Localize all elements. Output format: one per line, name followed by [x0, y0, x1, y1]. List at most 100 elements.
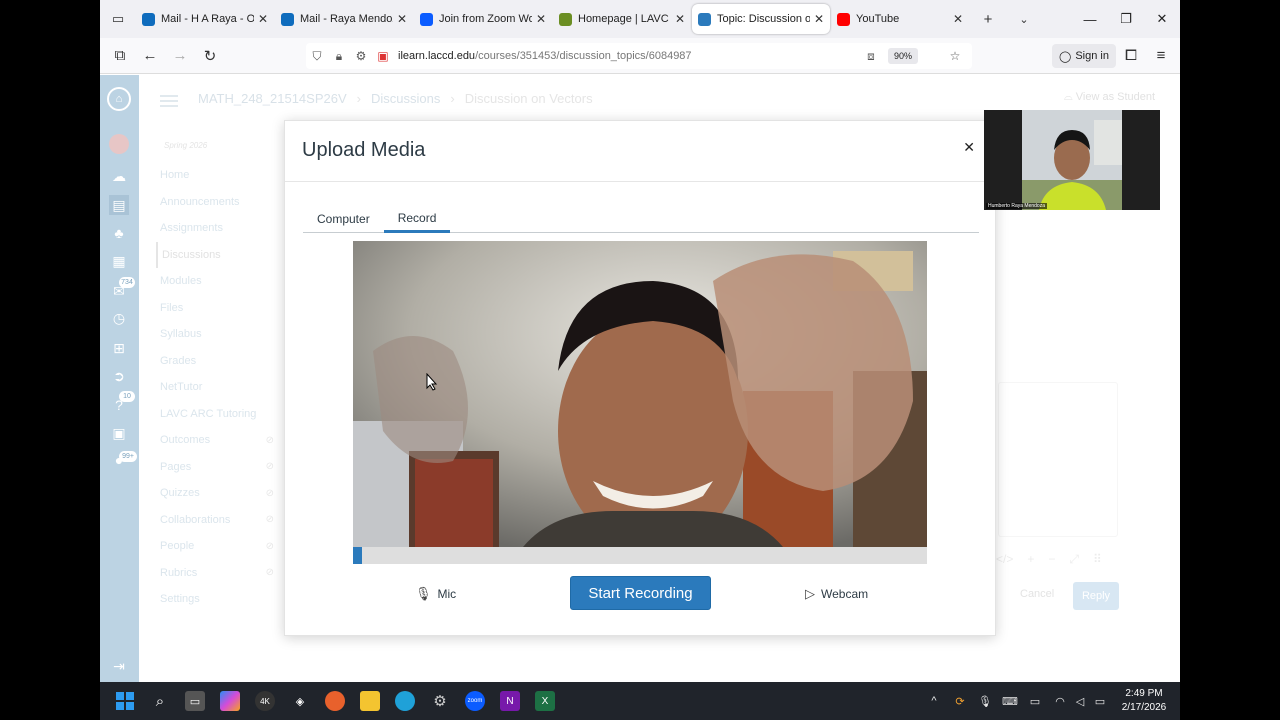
account-avatar[interactable] — [109, 134, 129, 154]
self-view-video — [984, 110, 1160, 210]
edge-icon[interactable] — [395, 691, 415, 711]
browser-tab[interactable]: Mail - H A Raya - Outl ✕ — [136, 4, 274, 34]
lavc-logo-icon[interactable]: ⌂ — [107, 87, 131, 111]
close-window-icon[interactable]: ✕ — [1144, 0, 1180, 38]
tab-title: Topic: Discussion on V — [717, 13, 810, 25]
lock-icon[interactable]: 🔒︎ — [328, 49, 350, 64]
lavc-icon — [559, 12, 572, 26]
close-icon[interactable]: ✕ — [963, 139, 975, 156]
start-icon[interactable] — [115, 691, 135, 711]
teams-icon[interactable]: ◈ — [290, 691, 310, 711]
mic-label: Mic — [437, 586, 457, 601]
clock[interactable]: 2:49 PM 2/17/2026 — [1118, 687, 1170, 715]
zoom-level-badge[interactable]: 90% — [888, 48, 918, 64]
camera-sharing-icon[interactable]: ▣ — [372, 49, 394, 63]
shield-icon[interactable]: ⛉ — [306, 49, 328, 64]
sidebar-toggle-icon[interactable]: ⧉ — [105, 41, 135, 71]
reload-icon[interactable]: ↻ — [195, 41, 225, 71]
picture-in-picture-icon[interactable]: ⧈ — [860, 49, 882, 64]
restore-icon[interactable]: ❐ — [1108, 0, 1144, 38]
onenote-icon[interactable]: N — [500, 691, 520, 711]
tab-computer[interactable]: Computer — [303, 205, 384, 233]
permissions-icon[interactable]: ⚙ — [350, 49, 372, 63]
browser-tab[interactable]: Homepage | LAVC ✕ — [553, 4, 691, 34]
upload-tabs: Computer Record — [303, 205, 979, 233]
wifi-icon[interactable]: ◠ — [1052, 692, 1068, 710]
4k-video-icon[interactable]: 4K — [255, 691, 275, 711]
firefox-icon[interactable] — [325, 691, 345, 711]
dashboard-icon[interactable]: ▤ — [109, 195, 129, 215]
forward-icon[interactable]: → — [165, 41, 195, 71]
battery-icon[interactable]: ▭ — [1092, 692, 1108, 710]
minimize-icon[interactable]: — — [1072, 0, 1108, 38]
chat-icon[interactable]: ▣ — [109, 423, 129, 443]
webcam-button[interactable]: ▷ Webcam — [805, 577, 868, 610]
mic-button[interactable]: 🎙︎ Mic — [415, 577, 456, 610]
tab-title: Mail - H A Raya - Outl — [161, 13, 254, 25]
browser-window: ▭ Mail - H A Raya - Outl✕Mail - Raya Men… — [100, 0, 1180, 720]
url-text[interactable]: ilearn.laccd.edu/courses/351453/discussi… — [398, 50, 692, 62]
recording-progress-fill — [353, 547, 362, 564]
extensions-icon[interactable]: ⧠ — [1116, 41, 1146, 71]
excel-icon[interactable]: X — [535, 691, 555, 711]
settings-icon[interactable]: ⚙ — [430, 691, 450, 711]
participant-name: Humberto Raya Mendoza — [986, 203, 1047, 209]
microphone-tray-icon[interactable]: 🎙︎ — [977, 692, 993, 710]
display-icon[interactable]: ▭ — [1027, 692, 1043, 710]
history-icon[interactable]: ◷ — [109, 308, 129, 328]
url-bar[interactable]: ⛉ 🔒︎ ⚙ ▣ ilearn.laccd.edu/courses/351453… — [306, 43, 972, 69]
browser-tab[interactable]: YouTube ✕ — [831, 4, 969, 34]
courses-icon[interactable]: ♣ — [109, 223, 129, 243]
tabs: Mail - H A Raya - Outl✕Mail - Raya Mendo… — [136, 4, 970, 34]
close-tab-icon[interactable]: ✕ — [258, 12, 268, 26]
close-tab-icon[interactable]: ✕ — [675, 12, 685, 26]
close-tab-icon[interactable]: ✕ — [397, 12, 407, 26]
file-explorer-icon[interactable] — [360, 691, 380, 711]
keyboard-icon[interactable]: ⌨ — [1002, 692, 1018, 710]
calendar-badge: 10 — [119, 391, 135, 402]
start-recording-button[interactable]: Start Recording — [570, 576, 711, 610]
admin-icon[interactable]: ☁ — [109, 166, 129, 186]
close-tab-icon[interactable]: ✕ — [814, 12, 824, 26]
video-camera-icon: ▷ — [805, 585, 815, 601]
tab-overflow-icon[interactable]: ⌄ — [1006, 0, 1042, 38]
search-icon[interactable]: ⌕ — [150, 691, 170, 711]
menu-icon[interactable]: ≡ — [1146, 41, 1176, 71]
webcam-preview — [353, 241, 927, 547]
tab-record[interactable]: Record — [383, 205, 451, 233]
navigation-bar: ⧉ ← → ↻ ⛉ 🔒︎ ⚙ ▣ ilearn.laccd.edu/course… — [100, 38, 1180, 74]
zoom-app-icon[interactable]: zoom — [465, 691, 485, 711]
clock-time: 2:49 PM — [1125, 688, 1163, 699]
close-tab-icon[interactable]: ✕ — [536, 12, 546, 26]
sync-icon[interactable]: ⟳ — [952, 692, 968, 710]
browser-tab[interactable]: Mail - Raya Mendoza, ✕ — [275, 4, 413, 34]
dialog-title: Upload Media — [302, 139, 426, 161]
sign-in-label: Sign in — [1075, 50, 1109, 62]
webcam-label: Webcam — [821, 586, 869, 601]
new-tab-icon[interactable]: + — [970, 0, 1006, 38]
collapse-nav-icon[interactable]: ⇥ — [109, 656, 129, 676]
tab-title: Mail - Raya Mendoza, — [300, 13, 393, 25]
studio-icon[interactable]: ➲ — [109, 366, 129, 386]
global-navigation: ⌂ ☁ ▤ ♣ ▦ ✉ 734 ◷ ⊞ ➲ ? 10 ▣ ● 99+ ⇥ — [100, 75, 139, 682]
taskbar: ⌕ ▭ 4K ◈ ⚙ zoom N X ^ ⟳ 🎙︎ ⌨ ▭ ◠ ◁ ▭ 2:4… — [100, 682, 1180, 720]
browser-tab[interactable]: Join from Zoom Work ✕ — [414, 4, 552, 34]
tab-title: Homepage | LAVC — [578, 13, 669, 25]
clock-date: 2/17/2026 — [1121, 702, 1167, 713]
sign-in-button[interactable]: ◯ Sign in — [1052, 44, 1116, 68]
volume-icon[interactable]: ◁ — [1072, 692, 1088, 710]
divider — [285, 181, 995, 182]
copilot-icon[interactable] — [220, 691, 240, 711]
close-tab-icon[interactable]: ✕ — [953, 12, 963, 26]
bookmark-star-icon[interactable]: ☆ — [944, 49, 966, 63]
zoom-icon — [420, 12, 433, 26]
back-icon[interactable]: ← — [135, 41, 165, 71]
commons-icon[interactable]: ⊞ — [109, 338, 129, 358]
zoom-self-view[interactable]: Humberto Raya Mendoza — [984, 110, 1160, 210]
tab-list-icon[interactable]: ▭ — [100, 0, 136, 38]
help-badge: 99+ — [119, 451, 137, 462]
calendar-icon[interactable]: ▦ — [109, 251, 129, 271]
task-view-icon[interactable]: ▭ — [185, 691, 205, 711]
browser-tab[interactable]: Topic: Discussion on V ✕ — [692, 4, 830, 34]
show-hidden-icons[interactable]: ^ — [926, 692, 942, 710]
